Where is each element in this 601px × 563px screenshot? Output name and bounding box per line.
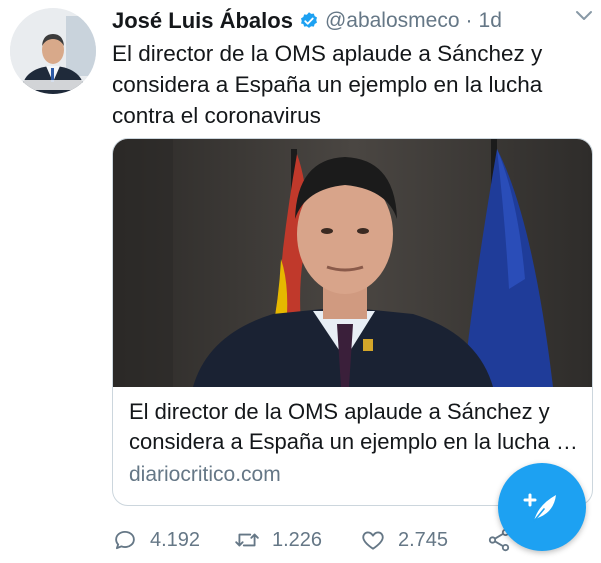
author-avatar[interactable] [10,8,96,94]
heart-icon [362,531,384,550]
header-separator: · [465,9,473,32]
verified-badge-icon [299,11,319,31]
reply-count: 4.192 [150,528,201,551]
retweet-icon [235,533,259,547]
author-name[interactable]: José Luis Ábalos [112,8,293,34]
link-preview-card[interactable]: El director de la OMS aplaude a Sánchez … [112,138,593,506]
reply-icon [115,530,135,550]
compose-tweet-button[interactable] [498,463,586,551]
tweet-timestamp[interactable]: 1d [479,9,502,33]
chevron-down-icon[interactable] [573,4,595,26]
retweet-button[interactable]: 1.226 [234,527,322,553]
reply-button[interactable]: 4.192 [112,527,200,553]
tweet-text: El director de la OMS aplaude a Sánchez … [112,41,543,128]
compose-tweet-icon [523,493,556,522]
like-count: 2.745 [398,528,449,551]
card-title-line-1: El director de la OMS aplaude a Sánchez … [129,399,550,424]
tweet-actions: 4.192 1.226 2.745 [112,527,532,557]
retweet-count: 1.226 [272,528,323,551]
card-title-line-2: considera a España un ejemplo en la luch… [129,429,584,454]
author-handle[interactable]: @abalosmeco [325,9,460,33]
tweet-header: José Luis Ábalos @abalosmeco · 1d [112,6,587,36]
card-image[interactable] [113,139,592,387]
like-button[interactable]: 2.745 [360,527,448,553]
